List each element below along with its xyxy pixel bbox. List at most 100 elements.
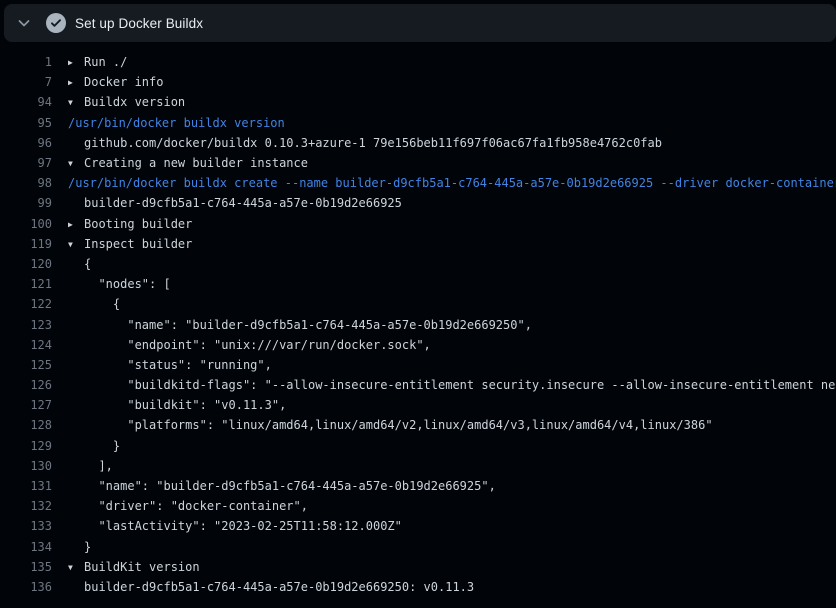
log-line[interactable]: 119 ▼Inspect builder bbox=[0, 234, 836, 254]
log-lines: 1 ▶Run ./ 7 ▶Docker info 94 ▼Buildx vers… bbox=[0, 42, 836, 597]
line-number[interactable]: 123 bbox=[0, 318, 52, 332]
line-text: "status": "running", bbox=[84, 358, 272, 372]
log-line[interactable]: 100 ▶Booting builder bbox=[0, 214, 836, 234]
log-line: 96 github.com/docker/buildx 0.10.3+azure… bbox=[0, 133, 836, 153]
line-number[interactable]: 100 bbox=[0, 217, 52, 231]
log-line: 123 "name": "builder-d9cfb5a1-c764-445a-… bbox=[0, 314, 836, 334]
line-number[interactable]: 134 bbox=[0, 540, 52, 554]
line-text: Docker info bbox=[84, 75, 163, 89]
group-collapsed-arrow-icon[interactable]: ▶ bbox=[68, 58, 84, 67]
line-content: ▼BuildKit version bbox=[68, 560, 200, 574]
line-number[interactable]: 127 bbox=[0, 398, 52, 412]
line-text: ], bbox=[84, 459, 113, 473]
line-number[interactable]: 7 bbox=[0, 75, 52, 89]
log-line[interactable]: 1 ▶Run ./ bbox=[0, 52, 836, 72]
line-number[interactable]: 98 bbox=[0, 176, 52, 190]
line-content: { bbox=[68, 297, 120, 311]
line-number[interactable]: 132 bbox=[0, 499, 52, 513]
log-line: 124 "endpoint": "unix:///var/run/docker.… bbox=[0, 335, 836, 355]
line-text: BuildKit version bbox=[84, 560, 200, 574]
log-line[interactable]: 94 ▼Buildx version bbox=[0, 92, 836, 112]
line-number[interactable]: 126 bbox=[0, 378, 52, 392]
line-content: github.com/docker/buildx 0.10.3+azure-1 … bbox=[68, 136, 662, 150]
line-content: "buildkitd-flags": "--allow-insecure-ent… bbox=[68, 378, 836, 392]
line-number[interactable]: 96 bbox=[0, 136, 52, 150]
log-line: 126 "buildkitd-flags": "--allow-insecure… bbox=[0, 375, 836, 395]
log-line: 127 "buildkit": "v0.11.3", bbox=[0, 395, 836, 415]
group-expanded-arrow-icon[interactable]: ▼ bbox=[68, 98, 84, 107]
line-number[interactable]: 97 bbox=[0, 156, 52, 170]
line-text: Inspect builder bbox=[84, 237, 192, 251]
line-number[interactable]: 129 bbox=[0, 439, 52, 453]
line-text: Buildx version bbox=[84, 95, 185, 109]
line-content: ▼Buildx version bbox=[68, 95, 185, 109]
log-line: 133 "lastActivity": "2023-02-25T11:58:12… bbox=[0, 516, 836, 536]
log-line: 134 } bbox=[0, 537, 836, 557]
line-content: "platforms": "linux/amd64,linux/amd64/v2… bbox=[68, 418, 713, 432]
line-number[interactable]: 130 bbox=[0, 459, 52, 473]
line-number[interactable]: 120 bbox=[0, 257, 52, 271]
line-number[interactable]: 99 bbox=[0, 196, 52, 210]
log-line: 129 } bbox=[0, 436, 836, 456]
line-number[interactable]: 133 bbox=[0, 519, 52, 533]
line-text: "buildkit": "v0.11.3", bbox=[84, 398, 286, 412]
line-text: /usr/bin/docker buildx version bbox=[68, 116, 285, 130]
line-text: /usr/bin/docker buildx create --name bui… bbox=[68, 176, 836, 190]
log-line: 131 "name": "builder-d9cfb5a1-c764-445a-… bbox=[0, 476, 836, 496]
line-content: "buildkit": "v0.11.3", bbox=[68, 398, 286, 412]
line-number[interactable]: 135 bbox=[0, 560, 52, 574]
line-number[interactable]: 119 bbox=[0, 237, 52, 251]
line-text: Run ./ bbox=[84, 55, 127, 69]
line-content: "name": "builder-d9cfb5a1-c764-445a-a57e… bbox=[68, 479, 496, 493]
line-content: /usr/bin/docker buildx create --name bui… bbox=[68, 176, 836, 190]
line-number[interactable]: 94 bbox=[0, 95, 52, 109]
line-content: "nodes": [ bbox=[68, 277, 171, 291]
log-line: 128 "platforms": "linux/amd64,linux/amd6… bbox=[0, 415, 836, 435]
line-content: } bbox=[68, 540, 91, 554]
log-line[interactable]: 97 ▼Creating a new builder instance bbox=[0, 153, 836, 173]
line-text: "nodes": [ bbox=[84, 277, 171, 291]
log-line: 130 ], bbox=[0, 456, 836, 476]
line-number[interactable]: 125 bbox=[0, 358, 52, 372]
line-content: "lastActivity": "2023-02-25T11:58:12.000… bbox=[68, 519, 402, 533]
line-content: "status": "running", bbox=[68, 358, 272, 372]
line-number[interactable]: 128 bbox=[0, 418, 52, 432]
log-line: 121 "nodes": [ bbox=[0, 274, 836, 294]
line-text: } bbox=[84, 439, 120, 453]
group-expanded-arrow-icon[interactable]: ▼ bbox=[68, 159, 84, 168]
line-number[interactable]: 1 bbox=[0, 55, 52, 69]
line-number[interactable]: 95 bbox=[0, 116, 52, 130]
line-content: /usr/bin/docker buildx version bbox=[68, 116, 285, 130]
step-header[interactable]: Set up Docker Buildx bbox=[4, 4, 836, 42]
line-text: "buildkitd-flags": "--allow-insecure-ent… bbox=[84, 378, 836, 392]
line-text: github.com/docker/buildx 0.10.3+azure-1 … bbox=[84, 136, 662, 150]
check-circle-icon bbox=[46, 13, 66, 33]
group-collapsed-arrow-icon[interactable]: ▶ bbox=[68, 78, 84, 87]
line-number[interactable]: 122 bbox=[0, 297, 52, 311]
log-line[interactable]: 135 ▼BuildKit version bbox=[0, 557, 836, 577]
line-text: builder-d9cfb5a1-c764-445a-a57e-0b19d2e6… bbox=[84, 580, 474, 594]
log-line: 98 /usr/bin/docker buildx create --name … bbox=[0, 173, 836, 193]
line-number[interactable]: 131 bbox=[0, 479, 52, 493]
log-line: 122 { bbox=[0, 294, 836, 314]
group-expanded-arrow-icon[interactable]: ▼ bbox=[68, 240, 84, 249]
line-content: builder-d9cfb5a1-c764-445a-a57e-0b19d2e6… bbox=[68, 196, 402, 210]
group-expanded-arrow-icon[interactable]: ▼ bbox=[68, 563, 84, 572]
line-text: builder-d9cfb5a1-c764-445a-a57e-0b19d2e6… bbox=[84, 196, 402, 210]
chevron-down-icon[interactable] bbox=[16, 15, 32, 31]
line-text: Creating a new builder instance bbox=[84, 156, 308, 170]
log-line[interactable]: 7 ▶Docker info bbox=[0, 72, 836, 92]
group-collapsed-arrow-icon[interactable]: ▶ bbox=[68, 220, 84, 229]
line-content: ▶Docker info bbox=[68, 75, 163, 89]
line-content: ▼Creating a new builder instance bbox=[68, 156, 308, 170]
line-number[interactable]: 124 bbox=[0, 338, 52, 352]
log-line: 125 "status": "running", bbox=[0, 355, 836, 375]
log-line: 120 { bbox=[0, 254, 836, 274]
line-text: "driver": "docker-container", bbox=[84, 499, 308, 513]
line-number[interactable]: 136 bbox=[0, 580, 52, 594]
line-content: ▼Inspect builder bbox=[68, 237, 192, 251]
line-content: "endpoint": "unix:///var/run/docker.sock… bbox=[68, 338, 431, 352]
line-text: "endpoint": "unix:///var/run/docker.sock… bbox=[84, 338, 431, 352]
log-line: 95 /usr/bin/docker buildx version bbox=[0, 113, 836, 133]
line-number[interactable]: 121 bbox=[0, 277, 52, 291]
